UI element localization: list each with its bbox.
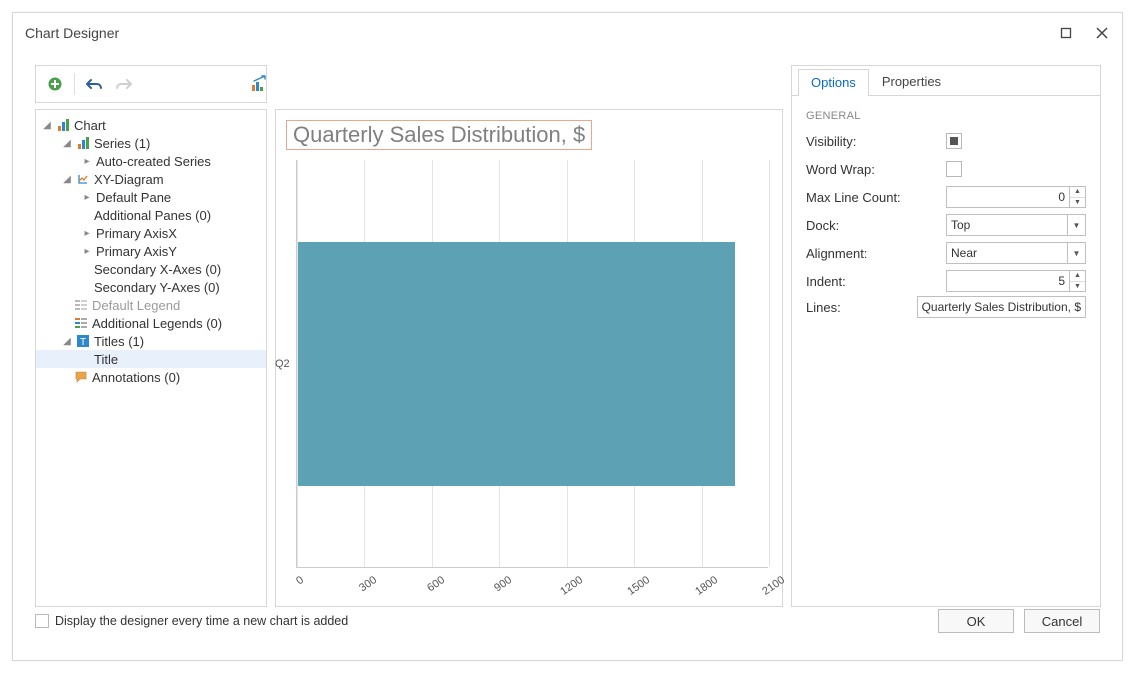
prop-alignment: Alignment: Near▼ <box>806 240 1086 266</box>
display-on-add-label: Display the designer every time a new ch… <box>55 614 348 628</box>
chart-title[interactable]: Quarterly Sales Distribution, $ <box>286 120 592 150</box>
plot-area: Q2 <box>296 160 768 568</box>
maximize-icon[interactable] <box>1058 25 1074 41</box>
cancel-button[interactable]: Cancel <box>1024 609 1100 633</box>
bar-chart-icon <box>56 118 70 132</box>
tree-node-auto-series[interactable]: ▸Auto-created Series <box>36 152 266 170</box>
change-chart-type-button[interactable] <box>251 75 269 98</box>
prop-lines: Lines: Quarterly Sales Distribution, $ <box>806 296 1086 318</box>
wordwrap-checkbox[interactable] <box>946 161 962 177</box>
undo-button[interactable] <box>81 71 107 97</box>
bar-series <box>298 242 735 487</box>
alignment-select[interactable]: Near <box>946 242 1068 264</box>
chevron-down-icon[interactable]: ▼ <box>1068 242 1086 264</box>
x-tick-label: 0 <box>294 574 306 587</box>
prop-visibility: Visibility: <box>806 128 1086 154</box>
bar-chart-icon <box>76 136 90 150</box>
x-tick-label: 1200 <box>558 574 585 598</box>
chevron-down-icon[interactable]: ▼ <box>1070 282 1085 292</box>
window-title: Chart Designer <box>25 25 119 41</box>
tree-node-chart[interactable]: ◢Chart <box>36 116 266 134</box>
add-button[interactable] <box>42 71 68 97</box>
x-tick-label: 2100 <box>760 574 787 598</box>
tree-node-secondary-x[interactable]: Secondary X-Axes (0) <box>36 260 266 278</box>
tree-node-series[interactable]: ◢Series (1) <box>36 134 266 152</box>
tree-node-annotations[interactable]: Annotations (0) <box>36 368 266 386</box>
indent-input[interactable]: 5 <box>946 270 1070 292</box>
titlebar: Chart Designer <box>13 13 1122 53</box>
tree-node-additional-legends[interactable]: Additional Legends (0) <box>36 314 266 332</box>
tree-node-default-pane[interactable]: ▸Default Pane <box>36 188 266 206</box>
prop-dock: Dock: Top▼ <box>806 212 1086 238</box>
tree-node-primary-axis-y[interactable]: ▸Primary AxisY <box>36 242 266 260</box>
tree-node-default-legend[interactable]: Default Legend <box>36 296 266 314</box>
legend-icon <box>74 316 88 330</box>
display-on-add-checkbox[interactable] <box>35 614 49 628</box>
tree-node-title-item[interactable]: Title <box>36 350 266 368</box>
prop-max-line-count: Max Line Count: 0▲▼ <box>806 184 1086 210</box>
tree-node-xy-diagram[interactable]: ◢XY-Diagram <box>36 170 266 188</box>
svg-text:T: T <box>80 337 86 347</box>
properties-tabs: Options Properties <box>792 66 1100 96</box>
max-line-count-spinner[interactable]: ▲▼ <box>1070 186 1086 208</box>
tab-options[interactable]: Options <box>798 69 869 96</box>
tree-node-additional-panes[interactable]: Additional Panes (0) <box>36 206 266 224</box>
chart-tree[interactable]: ◢Chart ◢Series (1) ▸Auto-created Series … <box>35 109 267 607</box>
tab-properties[interactable]: Properties <box>869 68 954 95</box>
x-axis-labels: 03006009001200150018002100 <box>296 574 768 594</box>
chart-designer-window: Chart Designer <box>12 12 1123 661</box>
axes-icon <box>76 172 90 186</box>
dock-select[interactable]: Top <box>946 214 1068 236</box>
tree-node-secondary-y[interactable]: Secondary Y-Axes (0) <box>36 278 266 296</box>
legend-icon <box>74 298 88 312</box>
tree-toolbar <box>35 65 267 103</box>
chart-preview: Quarterly Sales Distribution, $ Q2 0 300 6… <box>275 109 783 607</box>
section-general: GENERAL <box>792 96 1100 128</box>
tree-node-titles[interactable]: ◢TTitles (1) <box>36 332 266 350</box>
y-tick-label: Q2 <box>275 358 290 370</box>
x-tick-label: 300 <box>358 574 380 594</box>
properties-panel: Options Properties GENERAL Visibility: W… <box>791 65 1101 607</box>
x-tick-label: 1800 <box>693 574 720 598</box>
close-icon[interactable] <box>1094 25 1110 41</box>
x-tick-label: 600 <box>425 574 447 594</box>
chevron-up-icon[interactable]: ▲ <box>1070 271 1085 282</box>
max-line-count-input[interactable]: 0 <box>946 186 1070 208</box>
visibility-checkbox[interactable] <box>946 133 962 149</box>
x-tick-label: 1500 <box>625 574 652 598</box>
annotation-icon <box>74 370 88 384</box>
tree-node-primary-axis-x[interactable]: ▸Primary AxisX <box>36 224 266 242</box>
prop-indent: Indent: 5▲▼ <box>806 268 1086 294</box>
chevron-down-icon[interactable]: ▼ <box>1068 214 1086 236</box>
prop-wordwrap: Word Wrap: <box>806 156 1086 182</box>
x-tick-label: 900 <box>492 574 514 594</box>
title-icon: T <box>76 334 90 348</box>
chevron-up-icon[interactable]: ▲ <box>1070 187 1085 198</box>
redo-button[interactable] <box>111 71 137 97</box>
footer: Display the designer every time a new ch… <box>35 604 1100 638</box>
indent-spinner[interactable]: ▲▼ <box>1070 270 1086 292</box>
chevron-down-icon[interactable]: ▼ <box>1070 198 1085 208</box>
lines-input[interactable]: Quarterly Sales Distribution, $ <box>917 296 1086 318</box>
ok-button[interactable]: OK <box>938 609 1014 633</box>
